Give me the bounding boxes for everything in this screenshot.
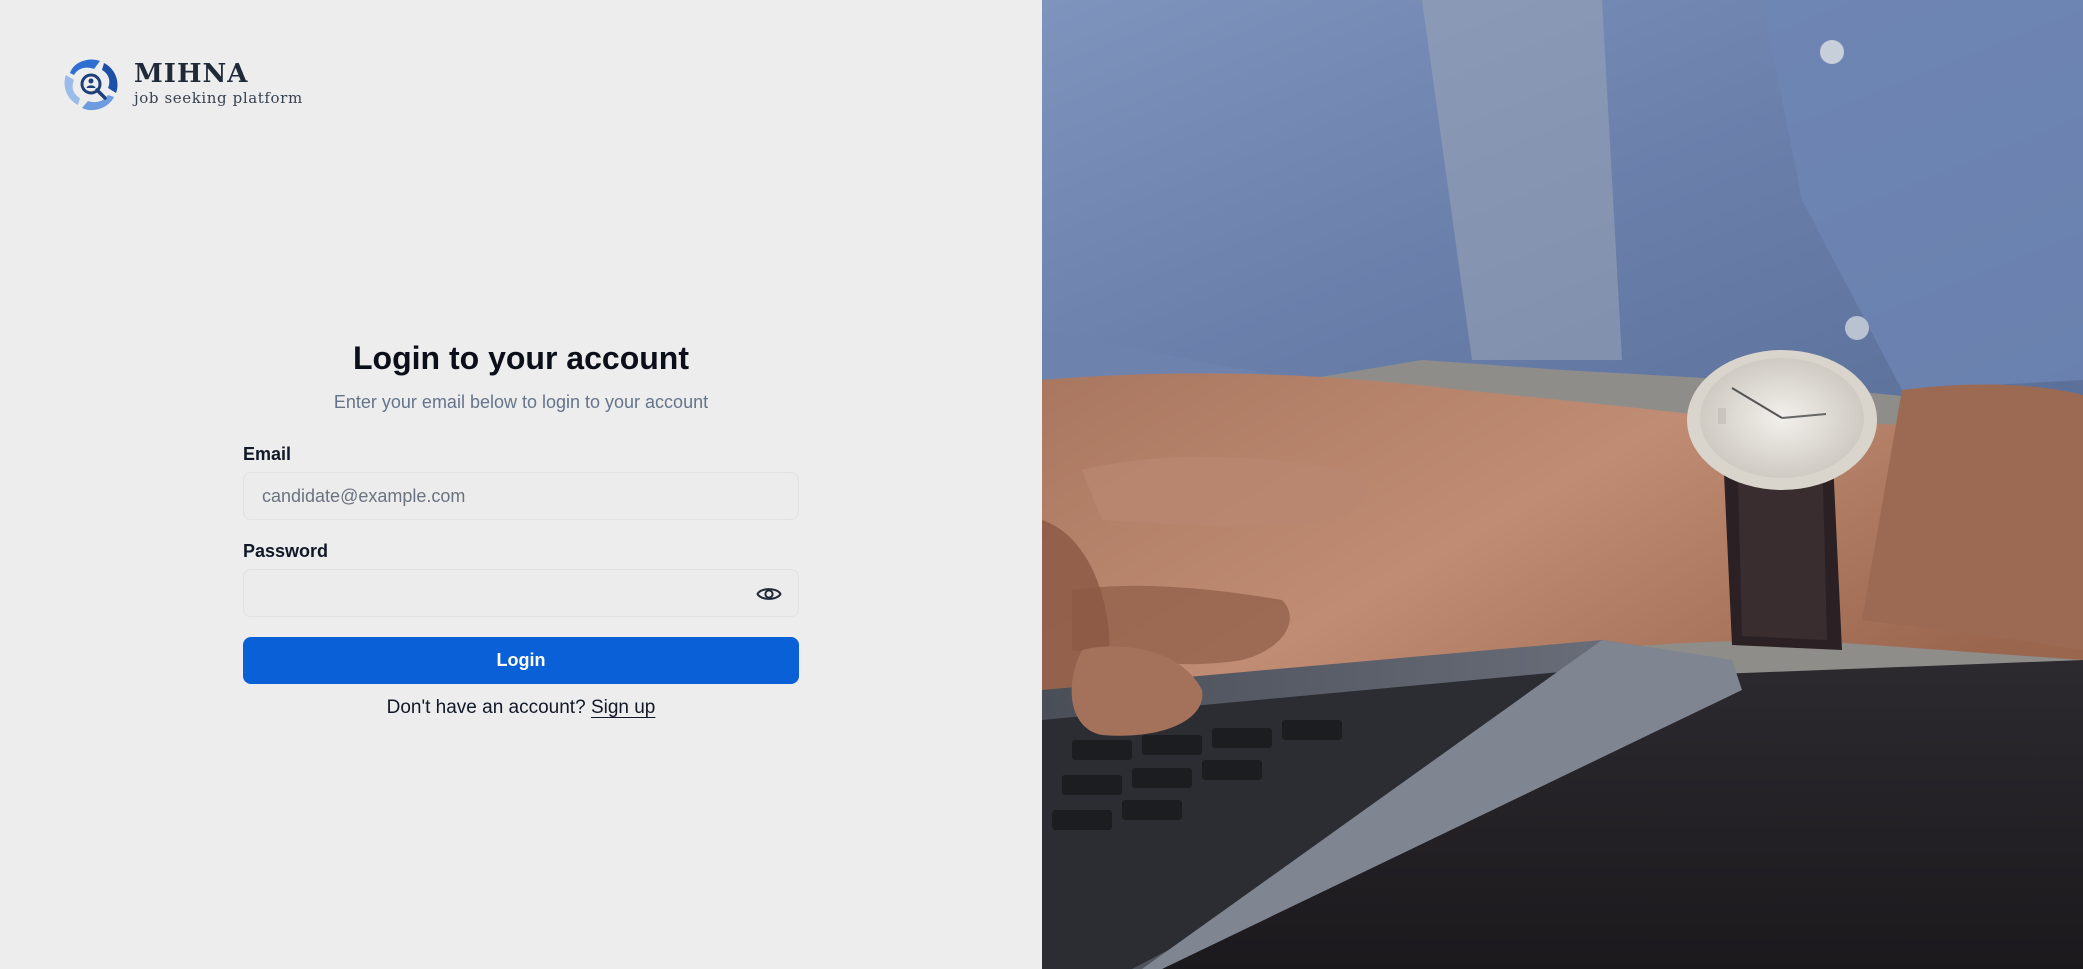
- email-field-wrapper: [243, 472, 799, 520]
- page-title: Login to your account: [353, 340, 689, 376]
- login-panel: MIHNA job seeking platform Login to your…: [0, 0, 1042, 969]
- brand-name: MIHNA: [134, 59, 249, 89]
- login-button[interactable]: Login: [243, 637, 799, 684]
- signup-link[interactable]: Sign up: [591, 697, 655, 718]
- brand-logo[interactable]: MIHNA job seeking platform: [60, 55, 303, 113]
- email-label: Email: [243, 444, 292, 464]
- login-form: Login to your account Enter your email b…: [243, 336, 799, 720]
- signup-prompt: Don't have an account?: [386, 697, 586, 718]
- email-input[interactable]: [244, 473, 798, 519]
- hero-image-panel: [1042, 0, 2083, 969]
- hero-photo: [1042, 0, 2083, 969]
- password-field-wrapper: [243, 569, 799, 617]
- password-input[interactable]: [244, 570, 798, 616]
- brand-text: MIHNA job seeking platform: [134, 55, 303, 108]
- eye-icon[interactable]: [756, 582, 782, 606]
- page-subtitle: Enter your email below to login to your …: [333, 392, 709, 412]
- signup-row: Don't have an account? Sign up: [243, 696, 799, 720]
- brand-tagline: job seeking platform: [134, 89, 303, 107]
- mihna-logo-icon: [64, 59, 118, 111]
- password-label: Password: [243, 541, 329, 561]
- login-page: MIHNA job seeking platform Login to your…: [0, 0, 2083, 969]
